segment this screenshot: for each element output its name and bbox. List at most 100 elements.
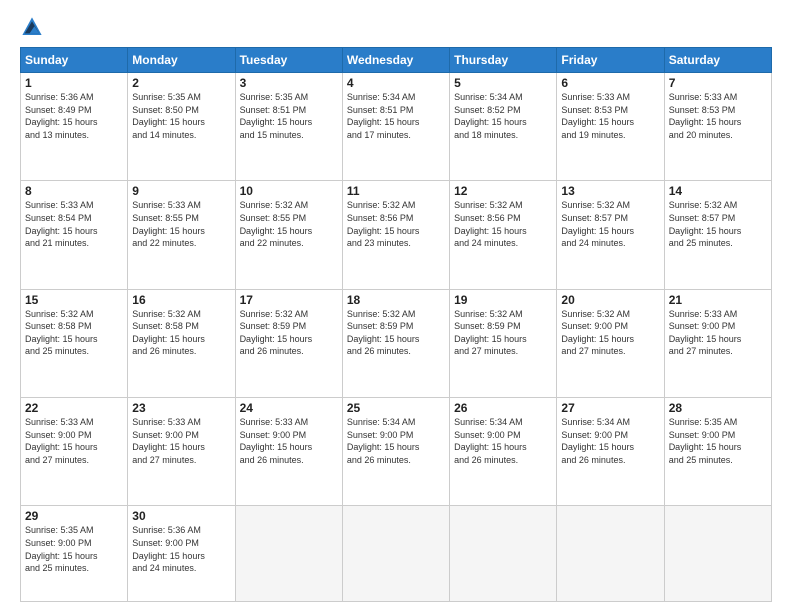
day-info: Sunrise: 5:32 AM Sunset: 8:59 PM Dayligh… — [240, 308, 338, 358]
calendar-week-row: 1Sunrise: 5:36 AM Sunset: 8:49 PM Daylig… — [21, 73, 772, 181]
calendar-cell: 6Sunrise: 5:33 AM Sunset: 8:53 PM Daylig… — [557, 73, 664, 181]
logo — [20, 15, 48, 39]
day-info: Sunrise: 5:34 AM Sunset: 8:52 PM Dayligh… — [454, 91, 552, 141]
day-number: 25 — [347, 401, 445, 415]
calendar-cell: 19Sunrise: 5:32 AM Sunset: 8:59 PM Dayli… — [450, 289, 557, 397]
calendar-cell: 25Sunrise: 5:34 AM Sunset: 9:00 PM Dayli… — [342, 397, 449, 505]
day-number: 3 — [240, 76, 338, 90]
calendar-header-thursday: Thursday — [450, 48, 557, 73]
day-number: 12 — [454, 184, 552, 198]
day-number: 17 — [240, 293, 338, 307]
header — [20, 15, 772, 39]
calendar-cell: 11Sunrise: 5:32 AM Sunset: 8:56 PM Dayli… — [342, 181, 449, 289]
calendar-week-row: 15Sunrise: 5:32 AM Sunset: 8:58 PM Dayli… — [21, 289, 772, 397]
calendar-cell: 21Sunrise: 5:33 AM Sunset: 9:00 PM Dayli… — [664, 289, 771, 397]
day-number: 10 — [240, 184, 338, 198]
day-number: 4 — [347, 76, 445, 90]
day-info: Sunrise: 5:35 AM Sunset: 8:50 PM Dayligh… — [132, 91, 230, 141]
calendar-week-row: 8Sunrise: 5:33 AM Sunset: 8:54 PM Daylig… — [21, 181, 772, 289]
calendar-cell: 29Sunrise: 5:35 AM Sunset: 9:00 PM Dayli… — [21, 506, 128, 602]
day-number: 24 — [240, 401, 338, 415]
calendar-cell: 26Sunrise: 5:34 AM Sunset: 9:00 PM Dayli… — [450, 397, 557, 505]
calendar-cell — [450, 506, 557, 602]
day-info: Sunrise: 5:35 AM Sunset: 9:00 PM Dayligh… — [669, 416, 767, 466]
day-info: Sunrise: 5:33 AM Sunset: 8:55 PM Dayligh… — [132, 199, 230, 249]
day-info: Sunrise: 5:32 AM Sunset: 8:57 PM Dayligh… — [561, 199, 659, 249]
day-number: 19 — [454, 293, 552, 307]
day-info: Sunrise: 5:32 AM Sunset: 8:59 PM Dayligh… — [347, 308, 445, 358]
calendar-header-friday: Friday — [557, 48, 664, 73]
calendar-cell: 22Sunrise: 5:33 AM Sunset: 9:00 PM Dayli… — [21, 397, 128, 505]
calendar-cell — [664, 506, 771, 602]
calendar-header-sunday: Sunday — [21, 48, 128, 73]
day-info: Sunrise: 5:32 AM Sunset: 8:56 PM Dayligh… — [347, 199, 445, 249]
day-number: 18 — [347, 293, 445, 307]
calendar-cell: 28Sunrise: 5:35 AM Sunset: 9:00 PM Dayli… — [664, 397, 771, 505]
day-info: Sunrise: 5:33 AM Sunset: 9:00 PM Dayligh… — [132, 416, 230, 466]
calendar-week-row: 22Sunrise: 5:33 AM Sunset: 9:00 PM Dayli… — [21, 397, 772, 505]
day-info: Sunrise: 5:32 AM Sunset: 8:59 PM Dayligh… — [454, 308, 552, 358]
calendar-header-wednesday: Wednesday — [342, 48, 449, 73]
day-info: Sunrise: 5:32 AM Sunset: 9:00 PM Dayligh… — [561, 308, 659, 358]
calendar-table: SundayMondayTuesdayWednesdayThursdayFrid… — [20, 47, 772, 602]
calendar-header-saturday: Saturday — [664, 48, 771, 73]
calendar-body: 1Sunrise: 5:36 AM Sunset: 8:49 PM Daylig… — [21, 73, 772, 602]
calendar-cell: 30Sunrise: 5:36 AM Sunset: 9:00 PM Dayli… — [128, 506, 235, 602]
calendar-cell: 8Sunrise: 5:33 AM Sunset: 8:54 PM Daylig… — [21, 181, 128, 289]
day-number: 28 — [669, 401, 767, 415]
day-info: Sunrise: 5:32 AM Sunset: 8:55 PM Dayligh… — [240, 199, 338, 249]
day-number: 22 — [25, 401, 123, 415]
calendar-cell: 1Sunrise: 5:36 AM Sunset: 8:49 PM Daylig… — [21, 73, 128, 181]
day-info: Sunrise: 5:32 AM Sunset: 8:56 PM Dayligh… — [454, 199, 552, 249]
day-info: Sunrise: 5:34 AM Sunset: 9:00 PM Dayligh… — [454, 416, 552, 466]
day-number: 26 — [454, 401, 552, 415]
day-number: 13 — [561, 184, 659, 198]
day-number: 5 — [454, 76, 552, 90]
calendar-cell: 5Sunrise: 5:34 AM Sunset: 8:52 PM Daylig… — [450, 73, 557, 181]
calendar-header-tuesday: Tuesday — [235, 48, 342, 73]
calendar-cell: 18Sunrise: 5:32 AM Sunset: 8:59 PM Dayli… — [342, 289, 449, 397]
page: SundayMondayTuesdayWednesdayThursdayFrid… — [0, 0, 792, 612]
calendar-header-monday: Monday — [128, 48, 235, 73]
day-info: Sunrise: 5:34 AM Sunset: 9:00 PM Dayligh… — [561, 416, 659, 466]
day-info: Sunrise: 5:32 AM Sunset: 8:58 PM Dayligh… — [25, 308, 123, 358]
calendar-cell: 4Sunrise: 5:34 AM Sunset: 8:51 PM Daylig… — [342, 73, 449, 181]
day-number: 7 — [669, 76, 767, 90]
calendar-cell: 17Sunrise: 5:32 AM Sunset: 8:59 PM Dayli… — [235, 289, 342, 397]
calendar-cell: 12Sunrise: 5:32 AM Sunset: 8:56 PM Dayli… — [450, 181, 557, 289]
day-info: Sunrise: 5:34 AM Sunset: 9:00 PM Dayligh… — [347, 416, 445, 466]
calendar-cell — [342, 506, 449, 602]
calendar-cell: 2Sunrise: 5:35 AM Sunset: 8:50 PM Daylig… — [128, 73, 235, 181]
day-number: 30 — [132, 509, 230, 523]
calendar-cell — [557, 506, 664, 602]
calendar-cell: 20Sunrise: 5:32 AM Sunset: 9:00 PM Dayli… — [557, 289, 664, 397]
calendar-cell: 23Sunrise: 5:33 AM Sunset: 9:00 PM Dayli… — [128, 397, 235, 505]
day-number: 23 — [132, 401, 230, 415]
day-number: 11 — [347, 184, 445, 198]
calendar-week-row: 29Sunrise: 5:35 AM Sunset: 9:00 PM Dayli… — [21, 506, 772, 602]
day-number: 9 — [132, 184, 230, 198]
day-number: 15 — [25, 293, 123, 307]
calendar-cell: 27Sunrise: 5:34 AM Sunset: 9:00 PM Dayli… — [557, 397, 664, 505]
calendar-cell: 24Sunrise: 5:33 AM Sunset: 9:00 PM Dayli… — [235, 397, 342, 505]
day-info: Sunrise: 5:34 AM Sunset: 8:51 PM Dayligh… — [347, 91, 445, 141]
day-number: 21 — [669, 293, 767, 307]
day-info: Sunrise: 5:32 AM Sunset: 8:58 PM Dayligh… — [132, 308, 230, 358]
logo-icon — [20, 15, 44, 39]
day-number: 20 — [561, 293, 659, 307]
day-number: 16 — [132, 293, 230, 307]
day-info: Sunrise: 5:33 AM Sunset: 8:54 PM Dayligh… — [25, 199, 123, 249]
calendar-cell: 7Sunrise: 5:33 AM Sunset: 8:53 PM Daylig… — [664, 73, 771, 181]
day-info: Sunrise: 5:33 AM Sunset: 9:00 PM Dayligh… — [669, 308, 767, 358]
calendar-cell — [235, 506, 342, 602]
calendar-cell: 16Sunrise: 5:32 AM Sunset: 8:58 PM Dayli… — [128, 289, 235, 397]
day-info: Sunrise: 5:35 AM Sunset: 9:00 PM Dayligh… — [25, 524, 123, 574]
day-info: Sunrise: 5:33 AM Sunset: 8:53 PM Dayligh… — [669, 91, 767, 141]
day-number: 27 — [561, 401, 659, 415]
day-info: Sunrise: 5:32 AM Sunset: 8:57 PM Dayligh… — [669, 199, 767, 249]
day-info: Sunrise: 5:33 AM Sunset: 9:00 PM Dayligh… — [25, 416, 123, 466]
calendar-cell: 10Sunrise: 5:32 AM Sunset: 8:55 PM Dayli… — [235, 181, 342, 289]
day-number: 6 — [561, 76, 659, 90]
day-info: Sunrise: 5:36 AM Sunset: 9:00 PM Dayligh… — [132, 524, 230, 574]
calendar-cell: 3Sunrise: 5:35 AM Sunset: 8:51 PM Daylig… — [235, 73, 342, 181]
